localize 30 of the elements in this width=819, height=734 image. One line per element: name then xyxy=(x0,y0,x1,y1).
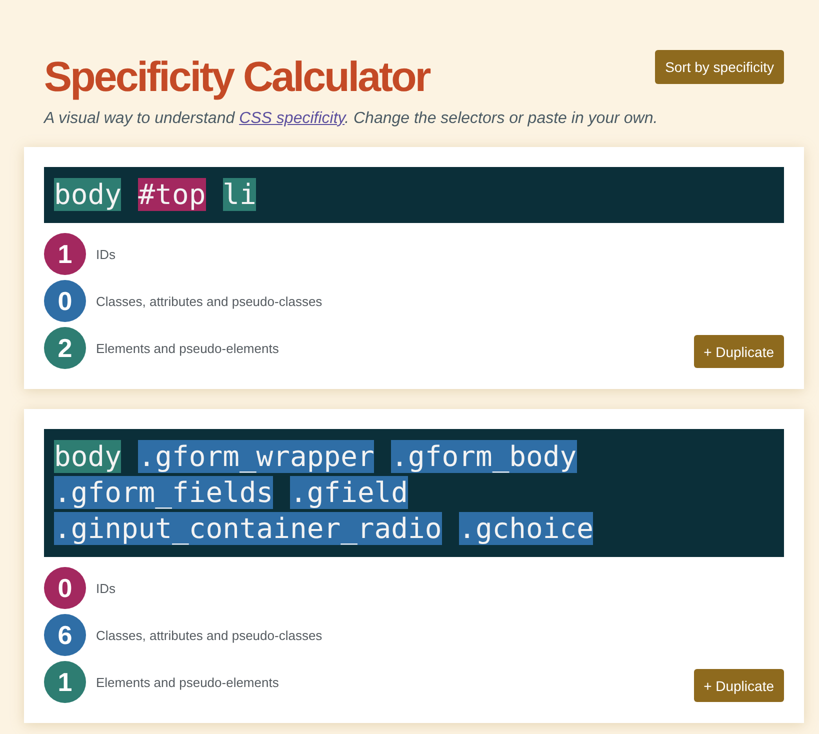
specificity-count: 0 xyxy=(44,567,86,609)
selector-input[interactable]: body .gform_wrapper .gform_body .gform_fields .gfield .ginput_container_radio .gchoice xyxy=(44,429,784,557)
page-title: Specificity Calculator xyxy=(44,52,430,102)
selector-token: .ginput_container_radio xyxy=(54,512,442,545)
specificity-count: 0 xyxy=(44,280,86,322)
specificity-count: 1 xyxy=(44,661,86,703)
selector-token: body xyxy=(54,440,122,473)
specificity-count: 2 xyxy=(44,327,86,369)
specificity-count: 6 xyxy=(44,614,86,656)
sort-by-specificity-button[interactable]: Sort by specificity xyxy=(655,50,784,84)
selector-token: .gfield xyxy=(290,476,408,509)
selector-token: .gform_fields xyxy=(54,476,274,509)
count-label: IDs xyxy=(96,246,116,262)
selector-token: body xyxy=(54,178,122,211)
subtitle-text: A visual way to understand CSS specificity. Change the selectors or paste in your own. xyxy=(44,109,659,129)
selector-token: .gform_body xyxy=(391,440,577,473)
count-label: IDs xyxy=(96,580,116,596)
selector-token: li xyxy=(222,178,256,211)
css-specificity-link[interactable]: CSS specificity xyxy=(239,110,345,127)
selector-token: .gchoice xyxy=(458,512,594,545)
specificity-count: 1 xyxy=(44,233,86,275)
count-label: Elements and pseudo-elements xyxy=(96,340,279,356)
selector-input[interactable]: body #top li xyxy=(44,167,784,223)
count-label: Classes, attributes and pseudo-classes xyxy=(96,294,322,308)
duplicate-button[interactable]: + Duplicate xyxy=(694,335,784,368)
count-label: Elements and pseudo-elements xyxy=(96,674,279,690)
selector-token: #top xyxy=(138,178,206,211)
duplicate-button[interactable]: + Duplicate xyxy=(694,669,784,702)
count-label: Classes, attributes and pseudo-classes xyxy=(96,628,322,642)
selector-token: .gform_wrapper xyxy=(138,440,374,473)
